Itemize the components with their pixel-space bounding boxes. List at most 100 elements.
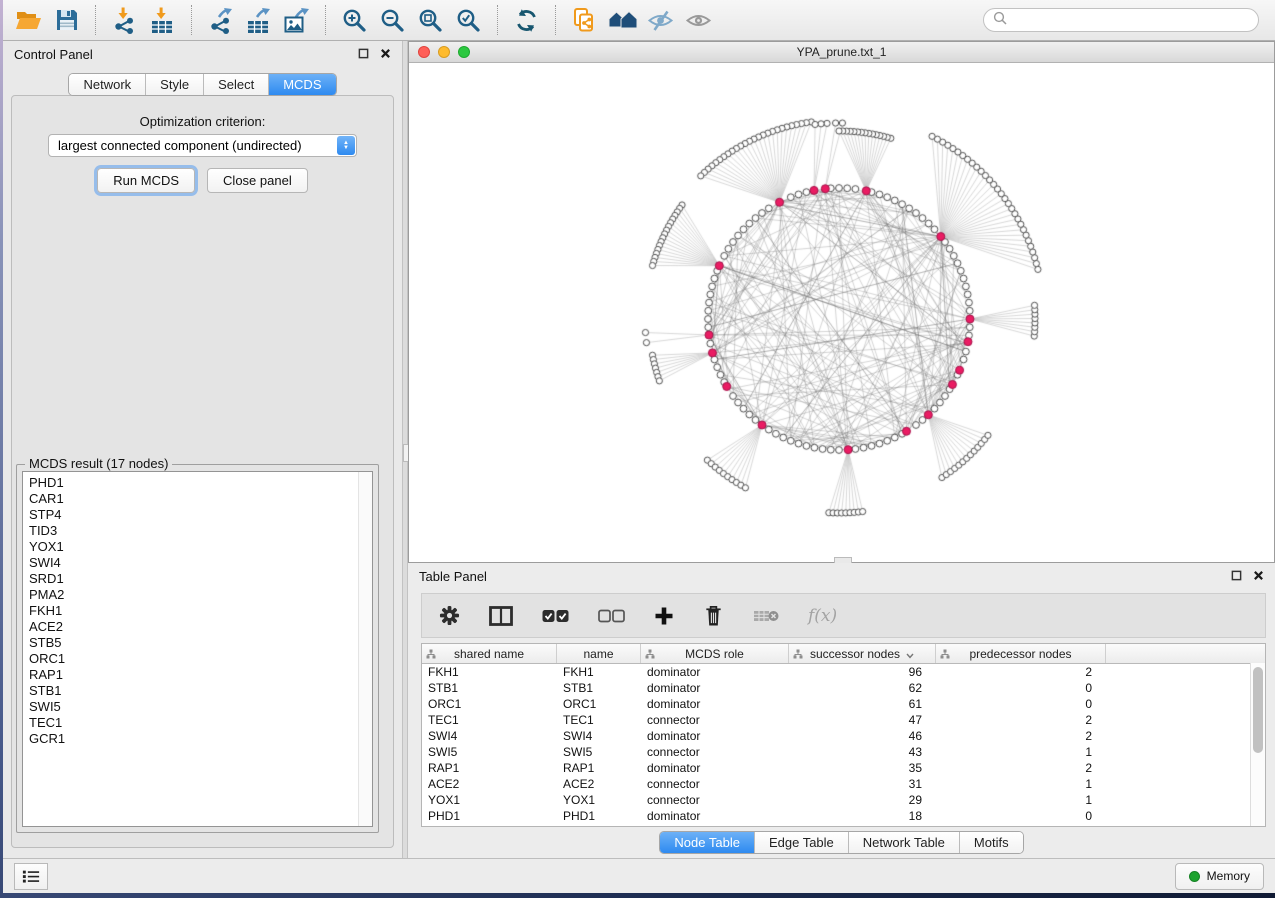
mcds-node-item[interactable]: RAP1 bbox=[23, 667, 372, 683]
column-header-MCDS-role[interactable]: MCDS role bbox=[641, 644, 789, 663]
column-header-shared-name[interactable]: shared name bbox=[422, 644, 557, 663]
save-session-icon[interactable] bbox=[51, 6, 82, 35]
close-panel-icon[interactable] bbox=[380, 47, 391, 62]
open-file-icon[interactable] bbox=[13, 6, 44, 35]
float-panel-icon[interactable] bbox=[358, 47, 369, 62]
hide-selected-icon[interactable] bbox=[645, 6, 676, 35]
mcds-node-item[interactable]: STB5 bbox=[23, 635, 372, 651]
table-scrollbar[interactable] bbox=[1250, 663, 1265, 826]
table-row[interactable]: PHD1PHD1dominator180 bbox=[422, 808, 1265, 824]
tab-network[interactable]: Network bbox=[69, 74, 146, 95]
search-box[interactable] bbox=[983, 8, 1259, 32]
tab-motifs[interactable]: Motifs bbox=[960, 832, 1023, 853]
table-row[interactable]: TEC1TEC1connector472 bbox=[422, 712, 1265, 728]
show-all-icon[interactable] bbox=[683, 6, 714, 35]
close-panel-icon[interactable] bbox=[1253, 569, 1264, 584]
window-maximize-icon[interactable] bbox=[458, 46, 470, 58]
control-panel-tabs: NetworkStyleSelectMCDS bbox=[68, 73, 336, 96]
tab-edge-table[interactable]: Edge Table bbox=[755, 832, 849, 853]
mcds-node-item[interactable]: TEC1 bbox=[23, 715, 372, 731]
table-row[interactable]: ORC1ORC1dominator610 bbox=[422, 696, 1265, 712]
column-header-successor-nodes[interactable]: successor nodes bbox=[789, 644, 936, 663]
network-graph-canvas[interactable] bbox=[409, 63, 1274, 562]
table-row[interactable]: RAP1RAP1dominator352 bbox=[422, 760, 1265, 776]
mcds-node-item[interactable]: STP4 bbox=[23, 507, 372, 523]
mcds-node-item[interactable]: SWI5 bbox=[23, 699, 372, 715]
zoom-fit-icon[interactable] bbox=[415, 6, 446, 35]
mcds-node-item[interactable]: PMA2 bbox=[23, 587, 372, 603]
toolbar-separator bbox=[325, 5, 326, 35]
mcds-node-item[interactable]: SRD1 bbox=[23, 571, 372, 587]
table-panel: Table Panel bbox=[408, 563, 1275, 858]
toolbar-separator bbox=[497, 5, 498, 35]
create-column-icon[interactable] bbox=[654, 606, 674, 626]
tab-network-table[interactable]: Network Table bbox=[849, 832, 960, 853]
network-window-title: YPA_prune.txt_1 bbox=[409, 45, 1274, 59]
table-toolbar: f(x) bbox=[421, 593, 1266, 638]
first-neighbors-icon[interactable] bbox=[607, 6, 638, 35]
zoom-in-icon[interactable] bbox=[339, 6, 370, 35]
dropdown-stepper-icon: ▲▼ bbox=[337, 136, 355, 155]
mcds-node-item[interactable]: TID3 bbox=[23, 523, 372, 539]
window-close-icon[interactable] bbox=[418, 46, 430, 58]
mcds-node-item[interactable]: SWI4 bbox=[23, 555, 372, 571]
table-scrollbar-thumb[interactable] bbox=[1253, 667, 1263, 753]
export-image-icon[interactable] bbox=[281, 6, 312, 35]
apply-layout-icon[interactable] bbox=[511, 6, 542, 35]
mcds-node-item[interactable]: CAR1 bbox=[23, 491, 372, 507]
mcds-node-item[interactable]: YOX1 bbox=[23, 539, 372, 555]
network-view-window: YPA_prune.txt_1 bbox=[408, 41, 1275, 563]
table-panel-header: Table Panel bbox=[408, 563, 1275, 590]
export-table-icon[interactable] bbox=[243, 6, 274, 35]
deselect-all-checkboxes-icon[interactable] bbox=[598, 609, 625, 623]
show-column-icon[interactable] bbox=[489, 606, 513, 626]
table-panel-tabs: Node TableEdge TableNetwork TableMotifs bbox=[659, 831, 1023, 854]
new-network-from-selection-icon[interactable] bbox=[569, 6, 600, 35]
mcds-node-item[interactable]: STB1 bbox=[23, 683, 372, 699]
tab-node-table[interactable]: Node Table bbox=[660, 832, 755, 853]
import-network-icon[interactable] bbox=[109, 6, 140, 35]
mcds-tab-content: Optimization criterion: largest connecte… bbox=[11, 95, 394, 848]
table-row[interactable]: SWI4SWI4dominator462 bbox=[422, 728, 1265, 744]
mcds-node-item[interactable]: FKH1 bbox=[23, 603, 372, 619]
memory-button[interactable]: Memory bbox=[1175, 863, 1264, 890]
close-panel-button[interactable]: Close panel bbox=[207, 168, 308, 193]
control-panel-title: Control Panel bbox=[14, 47, 93, 62]
function-builder-icon[interactable]: f(x) bbox=[808, 606, 837, 626]
mcds-node-item[interactable]: PHD1 bbox=[23, 475, 372, 491]
export-network-icon[interactable] bbox=[205, 6, 236, 35]
mcds-node-item[interactable]: GCR1 bbox=[23, 731, 372, 747]
task-history-button[interactable] bbox=[14, 863, 48, 890]
column-header-name[interactable]: name bbox=[557, 644, 641, 663]
network-window-titlebar[interactable]: YPA_prune.txt_1 bbox=[409, 42, 1274, 63]
shared-column-icon bbox=[940, 648, 950, 662]
control-panel: Control Panel NetworkStyleSelectMCDS Opt… bbox=[3, 41, 402, 858]
table-row[interactable]: SWI5SWI5connector431 bbox=[422, 744, 1265, 760]
mcds-node-item[interactable]: ACE2 bbox=[23, 619, 372, 635]
control-panel-header: Control Panel bbox=[3, 41, 402, 68]
column-header-predecessor-nodes[interactable]: predecessor nodes bbox=[936, 644, 1106, 663]
memory-status-icon bbox=[1189, 871, 1200, 882]
mcds-list-scrollbar[interactable] bbox=[358, 472, 372, 826]
criterion-dropdown[interactable]: largest connected component (undirected)… bbox=[48, 134, 357, 157]
main-toolbar bbox=[3, 0, 1275, 41]
search-input[interactable] bbox=[1013, 12, 1249, 28]
tab-style[interactable]: Style bbox=[146, 74, 204, 95]
table-row[interactable]: FKH1FKH1dominator962 bbox=[422, 664, 1265, 680]
run-mcds-button[interactable]: Run MCDS bbox=[97, 168, 195, 193]
table-mode-gear-icon[interactable] bbox=[439, 605, 460, 626]
mcds-node-item[interactable]: ORC1 bbox=[23, 651, 372, 667]
import-table-icon[interactable] bbox=[147, 6, 178, 35]
select-all-checkboxes-icon[interactable] bbox=[542, 609, 569, 623]
delete-column-icon[interactable] bbox=[703, 604, 724, 627]
table-row[interactable]: ACE2ACE2connector311 bbox=[422, 776, 1265, 792]
delete-table-icon[interactable] bbox=[753, 608, 779, 624]
table-row[interactable]: STB1STB1dominator620 bbox=[422, 680, 1265, 696]
zoom-selected-icon[interactable] bbox=[453, 6, 484, 35]
float-panel-icon[interactable] bbox=[1231, 569, 1242, 584]
window-minimize-icon[interactable] bbox=[438, 46, 450, 58]
zoom-out-icon[interactable] bbox=[377, 6, 408, 35]
tab-mcds[interactable]: MCDS bbox=[269, 74, 335, 95]
tab-select[interactable]: Select bbox=[204, 74, 269, 95]
table-row[interactable]: YOX1YOX1connector291 bbox=[422, 792, 1265, 808]
